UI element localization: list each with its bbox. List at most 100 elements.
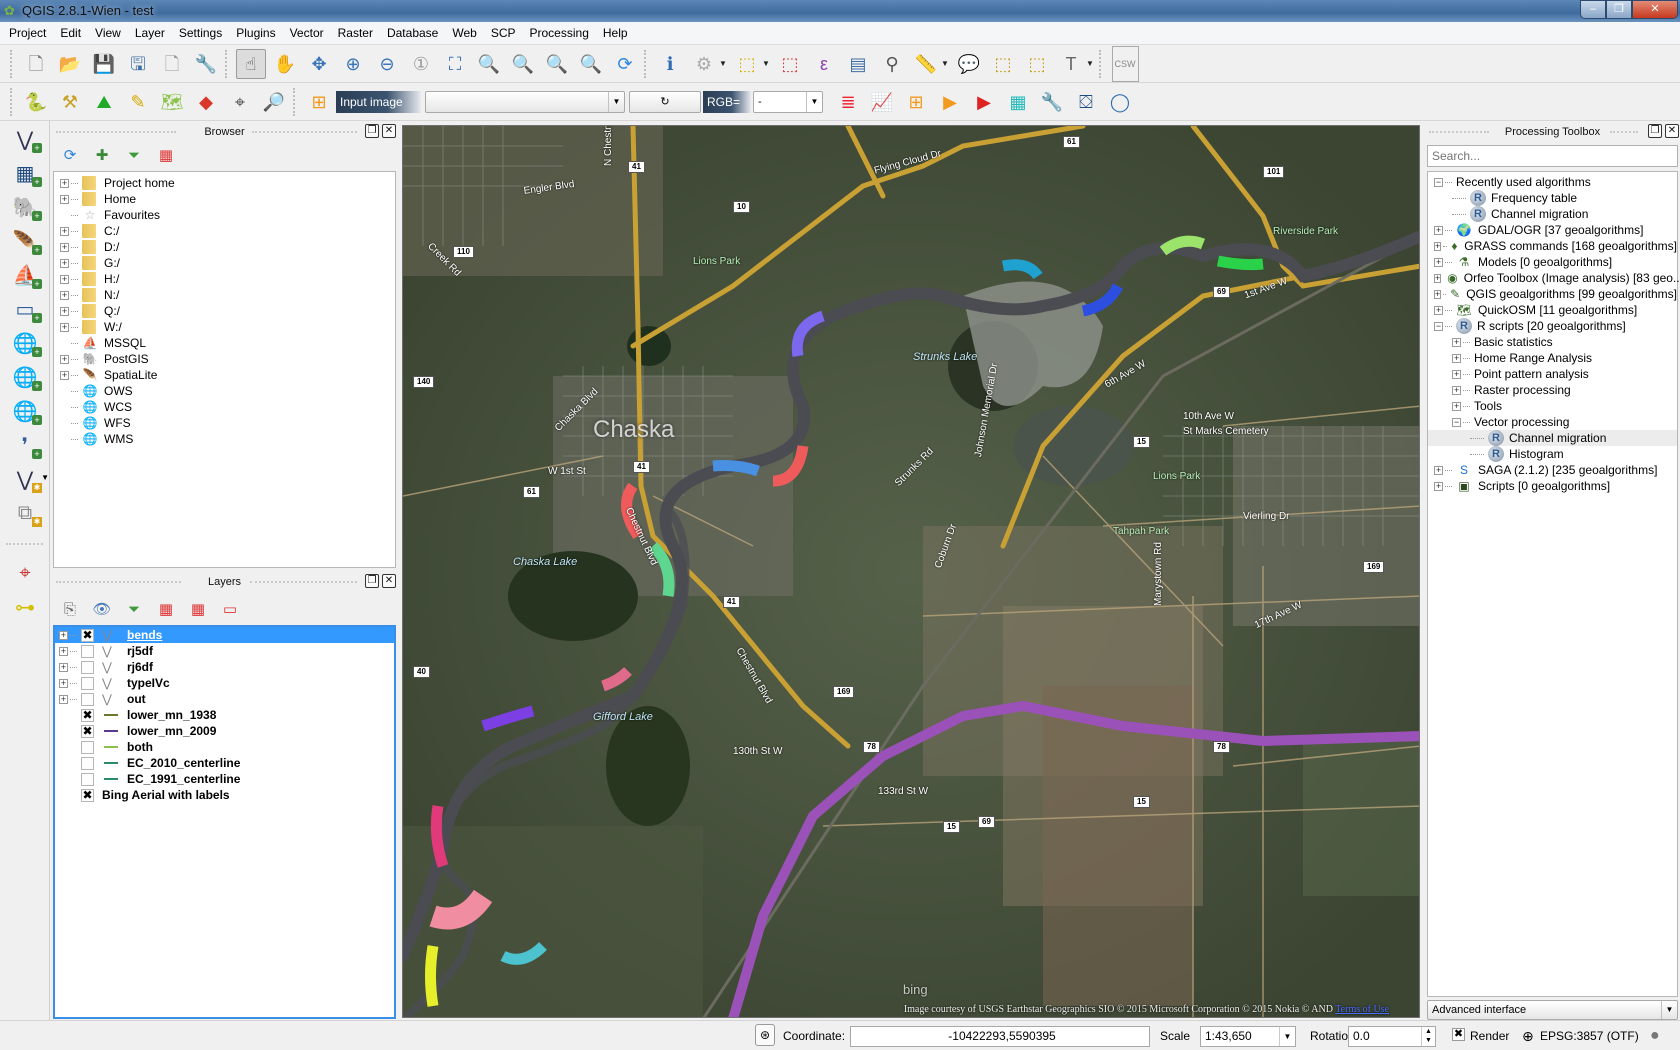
add-postgis-layer-button[interactable]: 🐘 + [5,191,45,223]
browser-item[interactable]: + Q:/ [54,303,395,319]
close-panel-button[interactable]: ✕ [382,574,396,588]
toggle-extents-mouse-icon[interactable]: ⊛ [755,1024,775,1046]
layer-item[interactable]: both [55,739,394,755]
add-wfs-layer-button[interactable]: 🌐 + [5,395,45,427]
layer-item[interactable]: ✖ Bing Aerial with labels [55,787,394,803]
algorithm-item[interactable]: + ⚗ Models [0 geoalgorithms] [1428,254,1677,270]
new-project-button[interactable]: 🗋 [21,49,51,79]
toolbar-grip[interactable] [225,49,229,78]
toolbar-grip[interactable] [10,87,14,116]
menu-settings[interactable]: Settings [172,22,229,44]
layer-visibility-checkbox[interactable]: ✖ [81,788,94,802]
layer-item[interactable]: ✖ lower_mn_1938 [55,707,394,723]
close-button[interactable]: ✕ [1632,0,1678,19]
roi-button[interactable]: ⊞ [901,87,931,117]
collapse-all-button[interactable]: ▦ [152,143,180,167]
add-wms-layer-button[interactable]: 🌐 + [5,327,45,359]
expand-icon[interactable]: + [1434,465,1443,475]
toolbar-grip[interactable] [293,87,297,116]
collapse-all-button[interactable]: ▦ [184,597,212,621]
pan-map-button[interactable]: ✋ [270,49,300,79]
layer-visibility-checkbox[interactable] [81,740,94,754]
algorithm-item[interactable]: R Channel migration [1428,430,1677,446]
menu-raster[interactable]: Raster [331,22,380,44]
scp-roi-button[interactable]: ⊞ [304,87,334,117]
deselect-all-button[interactable]: ⬚ [775,49,805,79]
expand-icon[interactable]: + [1434,289,1442,299]
open-layer-styling-button[interactable]: ⎘ [56,597,84,621]
browser-item[interactable]: + Project home [54,175,395,191]
add-selected-layers-button[interactable]: ✚ [88,143,116,167]
algorithm-item[interactable]: + Basic statistics [1428,334,1677,350]
algorithm-item[interactable]: − Vector processing [1428,414,1677,430]
browser-item[interactable]: + Home [54,191,395,207]
zoom-in-button[interactable]: ⊕ [338,49,368,79]
filter-legend-button[interactable]: ⏷ [120,597,148,621]
expand-icon[interactable]: + [1434,241,1442,251]
refresh-button[interactable]: ⟳ [56,143,84,167]
measure-line-button[interactable]: 📏 [911,49,941,79]
spectral-plot-button[interactable]: 📈 [867,87,897,117]
zoom-native-button[interactable]: ① [406,49,436,79]
identify-features-button[interactable]: ℹ [655,49,685,79]
algorithm-item[interactable]: + ♦ GRASS commands [168 geoalgorithms] [1428,238,1677,254]
layer-visibility-checkbox[interactable] [81,644,94,658]
input-image-combo[interactable]: ▼ [425,90,625,113]
collapse-icon[interactable]: − [1434,321,1443,331]
show-bookmarks-button[interactable]: ⬚ [1022,49,1052,79]
processing-algorithms-tree[interactable]: − Recently used algorithms R Frequency tabl… [1427,171,1680,997]
layer-item[interactable]: EC_1991_centerline [55,771,394,787]
algorithm-item[interactable]: − R R scripts [20 geoalgorithms] [1428,318,1677,334]
toolbar-grip[interactable] [10,49,14,78]
expand-icon[interactable]: + [60,370,69,380]
algorithm-item[interactable]: + ◉ Orfeo Toolbox (Image analysis) [83 geo… [1428,270,1680,286]
new-shapefile-button[interactable]: ⋁ ✱ ▼ [5,463,49,495]
layer-visibility-checkbox[interactable] [81,676,94,690]
browser-item[interactable]: 🌐 WCS [54,399,395,415]
browser-item[interactable]: + 🪶 SpatiaLite [54,367,395,383]
heatmap-button[interactable]: ◆ [191,87,221,117]
menu-project[interactable]: Project [2,22,53,44]
algorithm-item[interactable]: + Point pattern analysis [1428,366,1677,382]
layer-item[interactable]: + ✖ ⋁ bends [55,627,394,643]
band-calc-button[interactable]: ▦ [1003,87,1033,117]
manage-visibility-button[interactable]: 👁 [88,597,116,621]
new-bookmark-button[interactable]: ⬚ [988,49,1018,79]
layer-visibility-checkbox[interactable] [81,772,94,786]
browser-item[interactable]: + D:/ [54,239,395,255]
algorithm-item[interactable]: R Histogram [1428,446,1677,462]
expand-icon[interactable]: + [60,354,69,364]
algorithm-item[interactable]: R Channel migration [1428,206,1677,222]
presentation-button[interactable]: ⛋ [1071,87,1101,117]
float-panel-button[interactable]: ❐ [365,124,379,138]
collapse-icon[interactable]: − [1452,417,1461,427]
field-calculator-button[interactable]: ⚲ [877,49,907,79]
algorithm-item[interactable]: + Home Range Analysis [1428,350,1677,366]
select-features-button[interactable]: ⬚ [732,49,762,79]
browser-item[interactable]: ⛵ MSSQL [54,335,395,351]
menu-layer[interactable]: Layer [128,22,172,44]
layer-item[interactable]: ✖ lower_mn_2009 [55,723,394,739]
select-by-expression-button[interactable]: ε [809,49,839,79]
expand-icon[interactable]: + [1434,305,1443,315]
browser-item[interactable]: 🌐 WMS [54,431,395,447]
menu-scp[interactable]: SCP [484,22,523,44]
expand-icon[interactable]: + [59,646,68,656]
map-tips-button[interactable]: 💬 [954,49,984,79]
algorithm-item[interactable]: + Tools [1428,398,1677,414]
expand-icon[interactable]: + [59,662,68,672]
expand-icon[interactable]: + [60,226,69,236]
browser-item[interactable]: + G:/ [54,255,395,271]
zoom-out-button[interactable]: ⊖ [372,49,402,79]
zoom-full-button[interactable]: ⛶ [440,49,470,79]
layer-visibility-checkbox[interactable]: ✖ [81,628,94,642]
chevron-down-icon[interactable]: ▼ [762,59,770,68]
coordinate-field[interactable]: -10422293,5590395 [850,1026,1150,1047]
csw-button[interactable]: CSW [1110,45,1140,82]
layer-visibility-checkbox[interactable]: ✖ [81,708,94,722]
crs-globe-icon[interactable]: ⊕ [1522,1026,1534,1046]
layer-item[interactable]: + ⋁ out [55,691,394,707]
settings-wrench-button[interactable]: 🔧 [1037,87,1067,117]
expand-icon[interactable]: + [1452,369,1461,379]
close-panel-button[interactable]: ✕ [1665,124,1679,138]
